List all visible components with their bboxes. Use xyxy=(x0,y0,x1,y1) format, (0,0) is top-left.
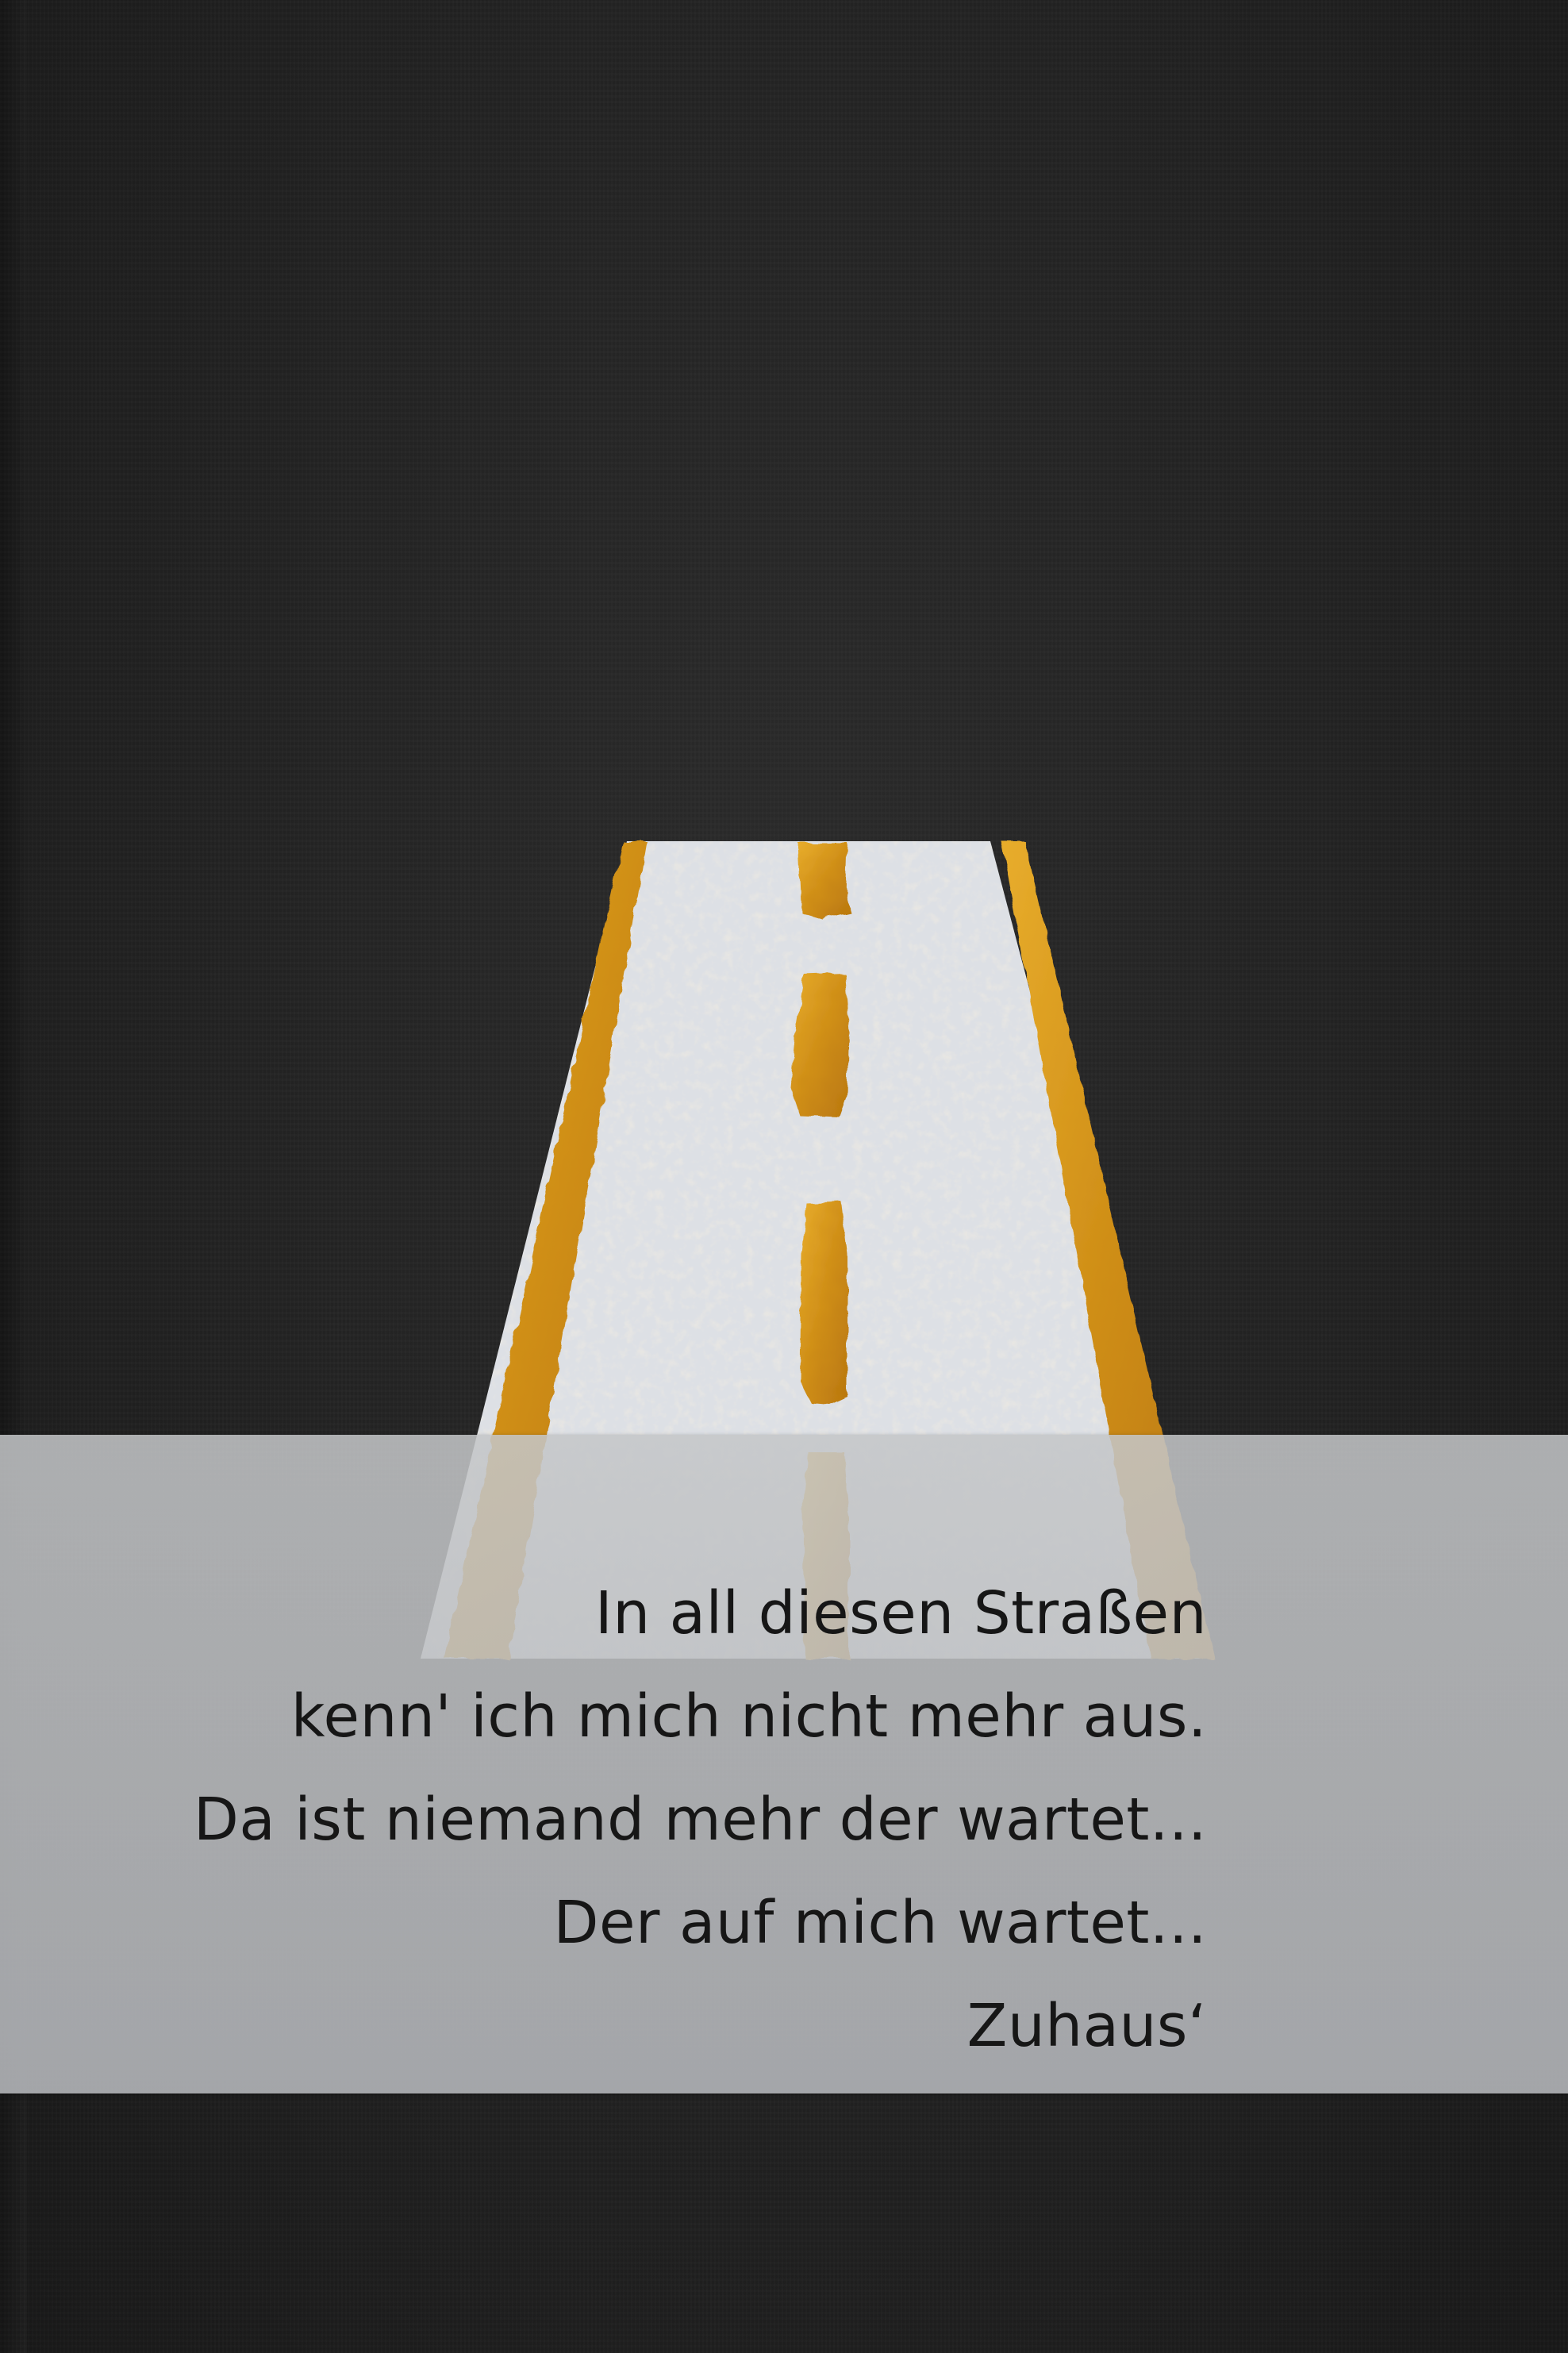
center-dash-1 xyxy=(798,843,851,919)
center-dash-3 xyxy=(800,1201,847,1405)
poem-text: In all diesen Straßen kenn' ich mich nic… xyxy=(17,1562,1207,2078)
poem-line-5: Zuhaus‘ xyxy=(967,1992,1207,2060)
poem-line-1: In all diesen Straßen xyxy=(594,1579,1207,1647)
black-card: In all diesen Straßen kenn' ich mich nic… xyxy=(0,0,1568,2353)
poem-line-4: Der auf mich wartet... xyxy=(553,1889,1207,1957)
poem-line-2: kenn' ich mich nicht mehr aus. xyxy=(290,1682,1207,1751)
poem-line-3: Da ist niemand mehr der wartet... xyxy=(193,1786,1207,1854)
